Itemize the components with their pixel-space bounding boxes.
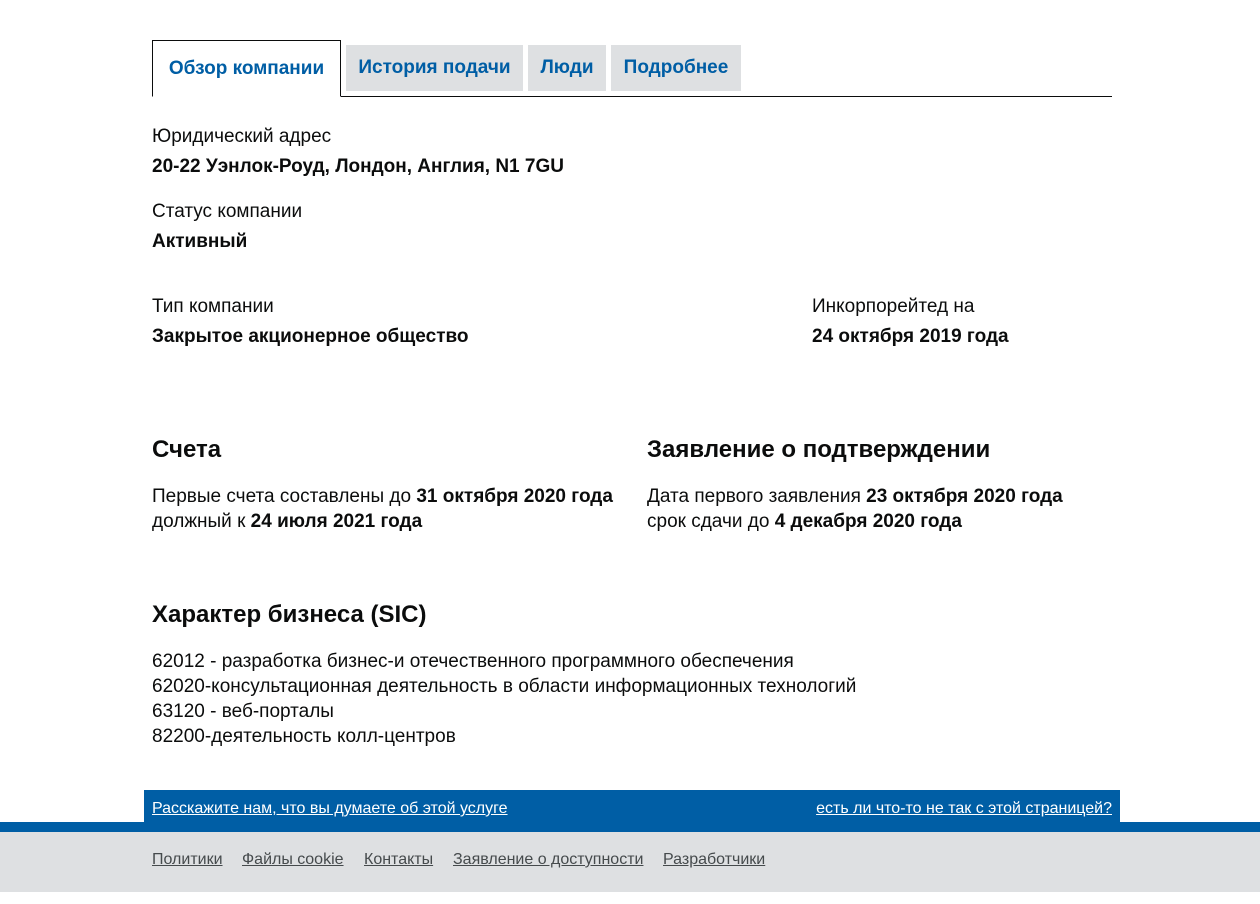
- company-status-value: Активный: [152, 231, 248, 252]
- page: Обзор компании История подачи Люди Подро…: [0, 0, 1260, 904]
- accounts-line-2-date: 24 июля 2021 года: [250, 511, 423, 532]
- tab-bar: Обзор компании История подачи Люди Подро…: [152, 40, 1112, 97]
- sic-item: 63120 - веб-порталы: [152, 701, 334, 722]
- footer-link-contact[interactable]: Контакты: [364, 851, 433, 869]
- footer: Политики Файлы cookie Контакты Заявление…: [0, 832, 1260, 892]
- confirmation-heading: Заявление о подтверждении: [647, 436, 991, 463]
- company-type-label: Тип компании: [152, 296, 274, 317]
- sic-heading: Характер бизнеса (SIC): [152, 601, 427, 628]
- registered-address-label: Юридический адрес: [152, 126, 332, 147]
- sic-item: 62012 - разработка бизнес-и отечественно…: [152, 651, 794, 672]
- confirmation-line-2-date: 4 декабря 2020 года: [774, 511, 962, 532]
- footer-link-developers[interactable]: Разработчики: [663, 851, 765, 869]
- accounts-line-2: должный к 24 июля 2021 года: [152, 511, 422, 533]
- confirmation-line-1-prefix: Дата первого заявления: [647, 486, 867, 507]
- footer-link-accessibility[interactable]: Заявление о доступности: [453, 851, 643, 869]
- company-status-label: Статус компании: [152, 201, 303, 222]
- tab-company-overview[interactable]: Обзор компании: [152, 40, 341, 97]
- footer-link-cookies[interactable]: Файлы cookie: [242, 851, 344, 869]
- confirmation-line-1-date: 23 октября 2020 года: [866, 486, 1063, 507]
- footer-link-policies[interactable]: Политики: [152, 851, 223, 869]
- incorporated-label: Инкорпорейтед на: [812, 296, 975, 317]
- feedback-link[interactable]: Расскажите нам, что вы думаете об этой у…: [152, 800, 508, 818]
- tab-filing-history[interactable]: История подачи: [346, 45, 523, 91]
- sic-item: 62020-консультационная деятельность в об…: [152, 676, 857, 697]
- registered-address-value: 20-22 Уэнлок-Роуд, Лондон, Англия, N1 7G…: [152, 156, 564, 177]
- confirmation-line-1: Дата первого заявления 23 октября 2020 г…: [647, 486, 1063, 508]
- sic-item: 82200-деятельность колл-центров: [152, 726, 456, 747]
- feedback-bar: Расскажите нам, что вы думаете об этой у…: [144, 790, 1120, 826]
- tab-more[interactable]: Подробнее: [611, 45, 741, 91]
- confirmation-line-2-prefix: срок сдачи до: [647, 511, 775, 532]
- confirmation-line-2: срок сдачи до 4 декабря 2020 года: [647, 511, 962, 533]
- tab-people[interactable]: Люди: [528, 45, 606, 91]
- accounts-line-2-prefix: должный к: [152, 511, 251, 532]
- accounts-heading: Счета: [152, 436, 222, 463]
- incorporated-value: 24 октября 2019 года: [812, 326, 1009, 347]
- accounts-line-1-prefix: Первые счета составлены до: [152, 486, 417, 507]
- accounts-line-1-date: 31 октября 2020 года: [416, 486, 613, 507]
- report-problem-link[interactable]: есть ли что-то не так с этой страницей?: [816, 800, 1112, 818]
- company-type-value: Закрытое акционерное общество: [152, 326, 469, 347]
- accounts-line-1: Первые счета составлены до 31 октября 20…: [152, 486, 613, 508]
